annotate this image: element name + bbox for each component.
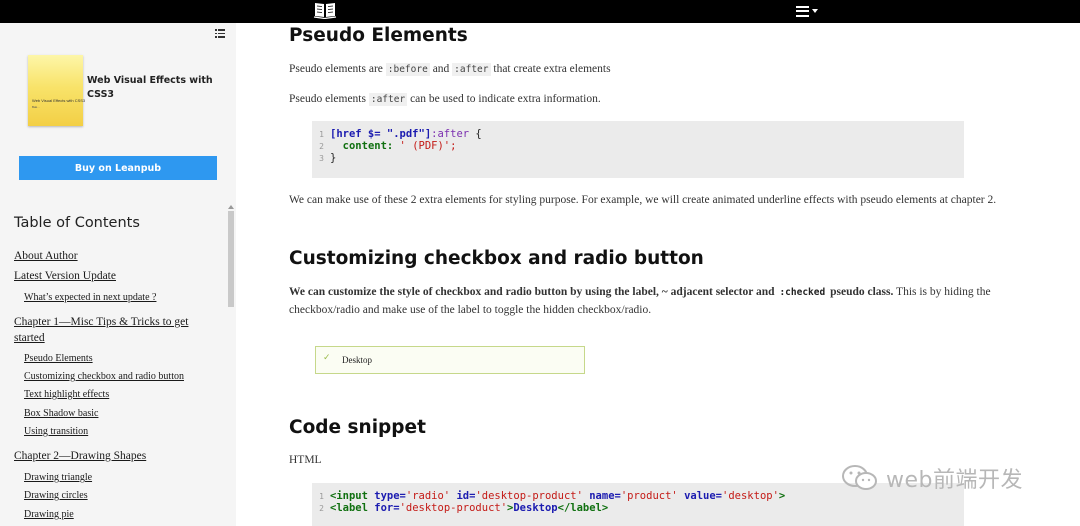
scroll-thumb[interactable] — [228, 211, 234, 307]
paragraph-customize: We can customize the style of checkbox a… — [289, 284, 994, 318]
text: Pseudo elements — [289, 93, 369, 105]
book-open-icon[interactable] — [313, 1, 337, 19]
buy-on-leanpub-button[interactable]: Buy on Leanpub — [19, 156, 217, 180]
label-html: HTML — [289, 454, 322, 466]
inline-code: :before — [385, 63, 430, 76]
code-token: { — [469, 128, 482, 140]
code-token: :after — [431, 128, 470, 140]
toc-list-icon[interactable] — [215, 29, 225, 38]
text: that create extra elements — [490, 63, 611, 75]
heading-customizing-checkbox: Customizing checkbox and radio button — [289, 248, 704, 269]
code-token: name= — [589, 490, 621, 502]
toc-item[interactable]: Using transition — [24, 426, 88, 437]
bold-text: We can customize the style of checkbox a… — [289, 286, 778, 298]
book-cover[interactable]: Web Visual Effects with CSS3 Bak... — [28, 55, 86, 126]
caret-down-icon — [812, 9, 818, 13]
code-token: content: — [342, 140, 394, 152]
watermark-text: web前端开发 — [886, 468, 1023, 493]
toc-item[interactable]: Drawing pie — [24, 509, 74, 520]
inline-code: :checked — [779, 287, 826, 298]
toc-item[interactable]: Customizing checkbox and radio button — [24, 371, 184, 382]
watermark: web前端开发 — [840, 462, 1023, 494]
paragraph-extra-elements: We can make use of these 2 extra element… — [289, 194, 997, 206]
heading-code-snippet: Code snippet — [289, 417, 426, 438]
sidebar-scrollbar[interactable] — [227, 205, 235, 526]
toc-item[interactable]: What’s expected in next update ? — [24, 292, 156, 303]
toc-item[interactable]: started — [14, 330, 45, 346]
toc-item[interactable]: Drawing circles — [24, 490, 88, 501]
toc-item[interactable]: Box Shadow basic — [24, 408, 98, 419]
cover-title: Web Visual Effects with CSS3 — [32, 98, 86, 103]
heading-pseudo-elements: Pseudo Elements — [289, 25, 468, 46]
text: can be used to indicate extra informatio… — [407, 93, 601, 105]
code-block-css: 1 [href $= ".pdf"]:after { 2 content: ' (… — [312, 121, 964, 178]
toc-item[interactable]: Chapter 1—Misc Tips & Tricks to get — [14, 314, 188, 330]
toc-item[interactable]: About Author — [14, 248, 78, 264]
toc-item[interactable]: Chapter 2—Drawing Shapes — [14, 448, 146, 464]
code-token: 'desktop-product' — [399, 502, 508, 514]
code-token: 'radio' — [405, 490, 451, 502]
sidebar: Web Visual Effects with CSS3 Bak... Web … — [0, 23, 236, 526]
demo-label[interactable]: Desktop — [342, 355, 372, 365]
code-token: } — [330, 152, 337, 164]
code-token: for= — [374, 502, 400, 514]
checkmark-icon: ✓ — [323, 353, 331, 363]
book-title: Web Visual Effects with CSS3 — [87, 75, 213, 100]
code-token: </label> — [557, 502, 609, 514]
toc-item[interactable]: Drawing triangle — [24, 472, 92, 483]
code-token: ' (PDF)'; — [393, 140, 457, 152]
paragraph-after-info: Pseudo elements :after can be used to in… — [289, 91, 601, 109]
wechat-logo-icon — [842, 465, 877, 490]
bold-text: pseudo class. — [827, 286, 894, 298]
main-menu-button[interactable] — [796, 3, 818, 19]
code-token: [href $= ".pdf"] — [330, 128, 432, 140]
inline-code: :after — [452, 63, 491, 76]
hamburger-icon — [796, 5, 809, 17]
code-token: > — [778, 490, 786, 502]
scroll-up-arrow-icon[interactable] — [228, 205, 234, 209]
paragraph-pseudo-intro: Pseudo elements are :before and :after t… — [289, 61, 611, 79]
main-content: Pseudo Elements Pseudo elements are :bef… — [236, 23, 1080, 526]
code-token: 'product' — [620, 490, 678, 502]
code-token: <label — [330, 502, 375, 514]
code-token: type= — [374, 490, 406, 502]
toc-item[interactable]: Latest Version Update — [14, 268, 116, 284]
code-token: value= — [684, 490, 723, 502]
code-token: <input — [330, 490, 375, 502]
text: and — [429, 63, 453, 75]
code-token: 'desktop' — [722, 490, 779, 502]
text: Pseudo elements are — [289, 63, 386, 75]
code-token: id= — [456, 490, 476, 502]
top-bar — [0, 0, 1080, 23]
inline-code: :after — [368, 93, 408, 106]
toc-heading: Table of Contents — [14, 215, 140, 231]
toc-item[interactable]: Text highlight effects — [24, 389, 109, 400]
desktop-radio-demo[interactable]: ✓ Desktop — [315, 346, 585, 374]
code-token: Desktop — [513, 502, 558, 514]
cover-author: Bak... — [32, 105, 40, 109]
toc-item-active[interactable]: Pseudo Elements — [24, 353, 93, 364]
code-token: 'desktop-product' — [475, 490, 583, 502]
